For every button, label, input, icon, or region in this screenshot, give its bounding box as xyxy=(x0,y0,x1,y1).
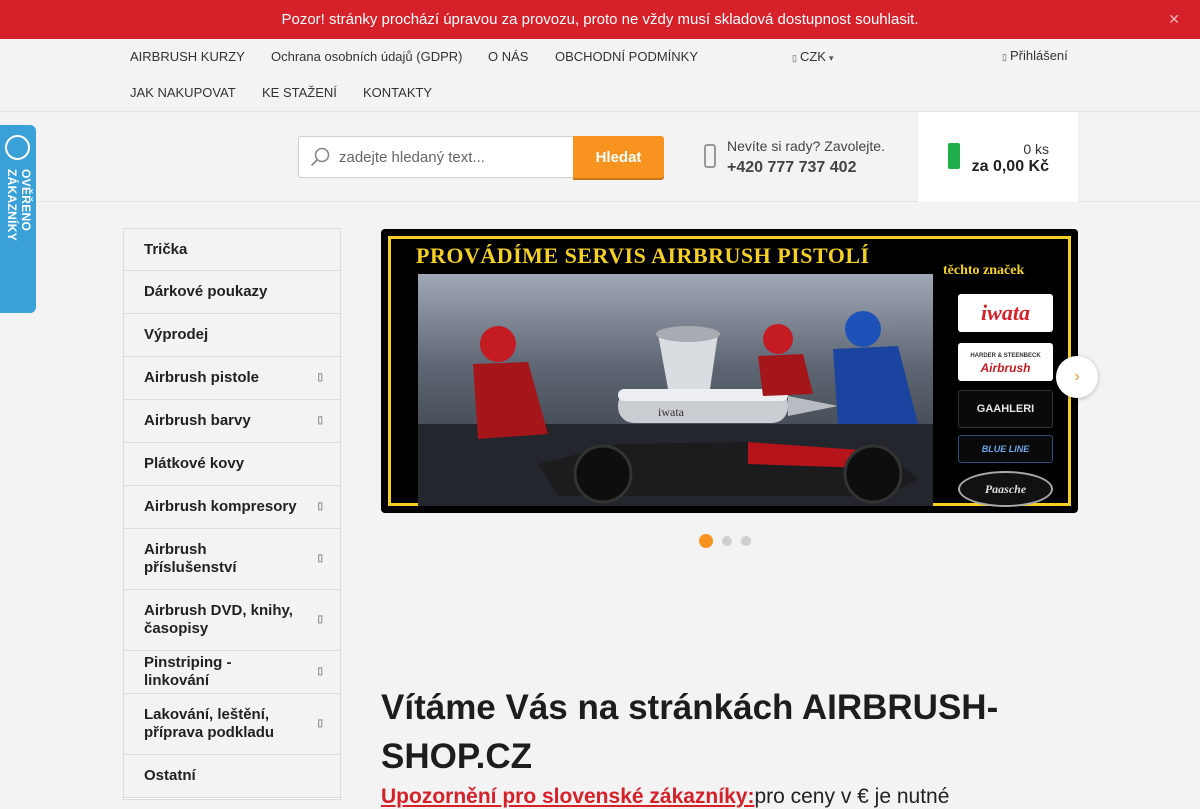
search-input[interactable] xyxy=(339,137,569,177)
banner-headline: PROVÁDÍME SERVIS AIRBRUSH PISTOLÍ xyxy=(416,243,870,268)
sidebar-category-label: Airbrush pistole xyxy=(144,369,260,386)
top-navigation: AIRBRUSH KURZY Ochrana osobních údajů (G… xyxy=(0,39,1200,112)
banner-image: iwata xyxy=(418,274,933,506)
nav-link-o-nas[interactable]: O NÁS xyxy=(488,49,528,64)
sidebar-category-label: Plátkové kovy xyxy=(144,455,245,472)
verified-seal-icon xyxy=(5,135,30,160)
sidebar-category-item[interactable]: Plátkové kovy xyxy=(124,443,340,486)
sidebar-category-item[interactable]: Dárkové poukazy xyxy=(124,271,340,314)
chevron-right-icon: ▯ xyxy=(317,614,323,625)
cart-count: 0 ks xyxy=(1023,141,1049,157)
sidebar-category-label: Airbrush DVD, knihy, časopisy xyxy=(144,602,293,637)
carousel-dot[interactable] xyxy=(699,534,713,548)
gun-label: iwata xyxy=(658,405,685,419)
chevron-right-icon: ▯ xyxy=(317,553,323,564)
brand-logo-blue-line: BLUE LINE xyxy=(958,435,1053,463)
carousel-dot[interactable] xyxy=(722,536,732,546)
login-label: Přihlášení xyxy=(1009,48,1068,63)
nav-link-kontakty[interactable]: KONTAKTY xyxy=(363,85,432,100)
notice-bar: Pozor! stránky prochází úpravou za provo… xyxy=(0,0,1200,39)
header: Hledat Nevíte si rady? Zavolejte. +420 7… xyxy=(0,112,1200,202)
slovak-notice-text: pro ceny v € je nutné xyxy=(754,785,950,808)
sidebar-category-item[interactable]: Airbrush kompresory ▯ xyxy=(124,486,340,529)
sidebar-category-item[interactable]: Airbrush pistole ▯ xyxy=(124,357,340,400)
carousel-dots xyxy=(699,534,751,548)
sidebar-category-label: Dárkové poukazy xyxy=(144,283,268,300)
brand-panel-title: těchto značek xyxy=(943,263,1025,278)
nav-link-jak-nakupovat[interactable]: JAK NAKUPOVAT xyxy=(130,85,236,100)
verified-badge-text: OVĚŘENO ZÁKAZNÍKY xyxy=(5,169,33,242)
banner-frame: PROVÁDÍME SERVIS AIRBRUSH PISTOLÍ iwata xyxy=(388,236,1071,507)
sidebar-category-label: Výprodej xyxy=(144,326,209,343)
sidebar-category-item[interactable]: Airbrush barvy ▯ xyxy=(124,400,340,443)
slovak-customers-notice: Upozornění pro slovenské zákazníky:pro c… xyxy=(381,785,949,809)
sidebar-category-label: Airbrush kompresory xyxy=(144,498,297,515)
currency-label: CZK xyxy=(799,49,826,64)
phone-icon xyxy=(704,144,716,168)
nav-link-gdpr[interactable]: Ochrana osobních údajů (GDPR) xyxy=(271,49,462,64)
chevron-down-icon: ▾ xyxy=(828,53,834,63)
sidebar-category-item[interactable]: Výprodej xyxy=(124,314,340,357)
brand-logo-harder-steenbeck: HARDER & STEENBECK Airbrush xyxy=(958,343,1053,381)
search-button[interactable]: Hledat xyxy=(573,136,664,178)
login-link[interactable]: ▯ Přihlášení xyxy=(999,48,1068,63)
nav-link-airbrush-kurzy[interactable]: AIRBRUSH KURZY xyxy=(130,49,245,64)
brand-logo-gaahleri: GAAHLERI xyxy=(958,390,1053,428)
welcome-heading: Vítáme Vás na stránkách AIRBRUSH-SHOP.CZ xyxy=(381,688,999,776)
chevron-right-icon: ▯ xyxy=(317,372,323,383)
sidebar-category-label: Ostatní xyxy=(144,767,196,784)
chevron-right-icon: ▯ xyxy=(317,718,323,729)
chevron-right-icon: ▯ xyxy=(317,501,323,512)
sidebar-category-item[interactable]: Airbrush DVD, knihy, časopisy ▯ xyxy=(124,590,340,651)
cart-total: za 0,00 Kč xyxy=(971,158,1049,175)
user-icon: ▯ xyxy=(1002,52,1007,62)
sidebar-category-label: Pinstriping - linkování xyxy=(144,654,232,689)
search-box xyxy=(298,136,574,178)
help-text: Nevíte si rady? Zavolejte. xyxy=(727,138,885,154)
sidebar-category-label: Lakování, leštění, příprava podkladu xyxy=(144,706,275,741)
brand-logo-paasche: Paasche xyxy=(958,471,1053,507)
promo-banner[interactable]: PROVÁDÍME SERVIS AIRBRUSH PISTOLÍ iwata xyxy=(381,229,1078,513)
notice-text: Pozor! stránky prochází úpravou za provo… xyxy=(281,11,919,28)
sidebar-category-item[interactable]: Ostatní xyxy=(124,755,340,798)
pit-crew-illustration: iwata xyxy=(418,311,933,506)
chevron-right-icon: ▯ xyxy=(317,666,323,677)
sidebar-category-item[interactable]: Trička xyxy=(124,229,340,271)
sidebar-category-label: Airbrush barvy xyxy=(144,412,251,429)
close-icon[interactable]: ✕ xyxy=(1168,11,1180,28)
search-icon xyxy=(310,147,330,167)
cart-icon xyxy=(948,143,960,169)
carousel-next-button[interactable]: › xyxy=(1056,356,1098,398)
verified-customers-badge[interactable]: OVĚŘENO ZÁKAZNÍKY xyxy=(0,125,36,313)
help-phone[interactable]: +420 777 737 402 xyxy=(727,159,856,177)
sidebar-category-label: Trička xyxy=(144,240,188,258)
nav-link-obchodni-podminky[interactable]: OBCHODNÍ PODMÍNKY xyxy=(555,49,698,64)
category-sidebar: Trička Dárkové poukazy Výprodej Airbrush pi… xyxy=(123,228,341,800)
cart-widget[interactable]: 0 ks za 0,00 Kč xyxy=(918,112,1078,202)
sidebar-category-label: Airbrush příslušenství xyxy=(144,541,237,576)
chevron-right-icon: › xyxy=(1074,368,1080,385)
nav-link-ke-stazeni[interactable]: KE STAŽENÍ xyxy=(262,85,337,100)
currency-icon: ▯ xyxy=(792,53,797,63)
sidebar-category-item[interactable]: Lakování, leštění, příprava podkladu ▯ xyxy=(124,694,340,755)
sidebar-category-item[interactable]: Pinstriping - linkování ▯ xyxy=(124,651,340,694)
brand-logo-iwata: iwata xyxy=(958,294,1053,332)
chevron-right-icon: ▯ xyxy=(317,415,323,426)
slovak-notice-link[interactable]: Upozornění pro slovenské zákazníky: xyxy=(381,785,754,808)
currency-selector[interactable]: ▯ CZK ▾ xyxy=(789,49,836,64)
sidebar-category-item[interactable]: Airbrush příslušenství ▯ xyxy=(124,529,340,590)
carousel-dot[interactable] xyxy=(741,536,751,546)
